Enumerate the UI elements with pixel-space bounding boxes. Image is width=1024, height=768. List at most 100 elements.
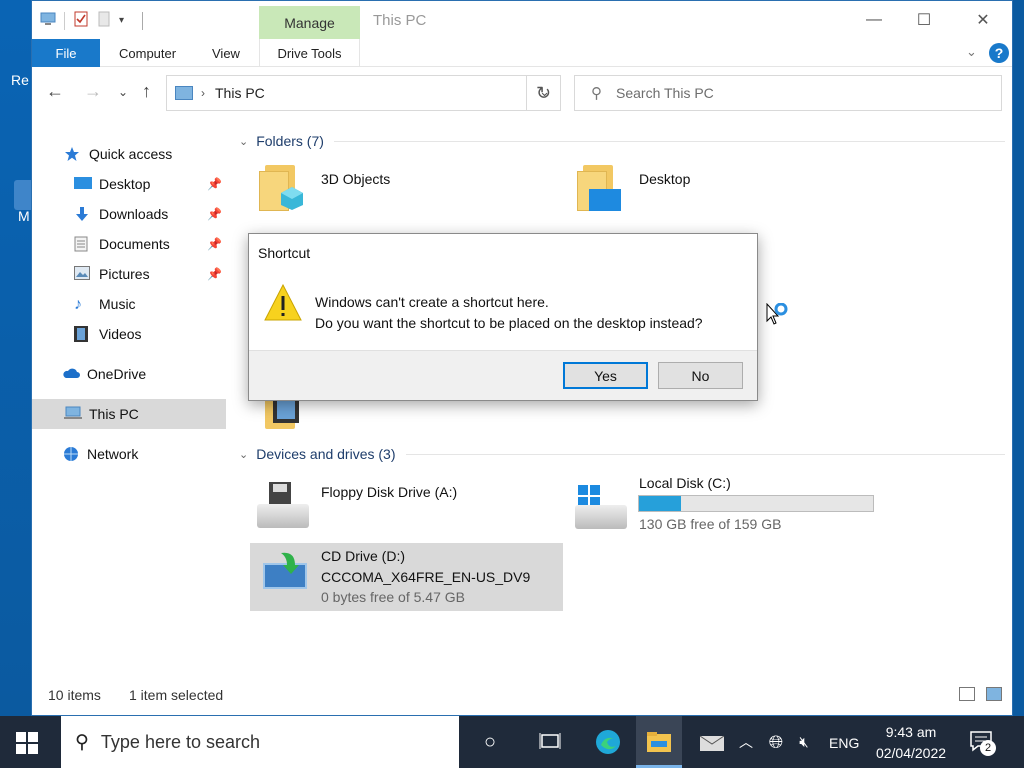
cortana-icon[interactable]: ○	[476, 728, 504, 756]
desktop-background: Re M	[0, 0, 34, 716]
desktop-folder-icon[interactable]	[577, 163, 633, 215]
pin-icon[interactable]: 📌	[207, 207, 222, 221]
pin-icon[interactable]: 📌	[207, 237, 222, 251]
refresh-button[interactable]: ↻	[526, 75, 561, 111]
network-globe-icon[interactable]: 🌐︎	[762, 728, 790, 756]
floppy-drive-icon[interactable]	[257, 480, 317, 532]
status-selection: 1 item selected	[129, 687, 224, 703]
tab-view[interactable]: View	[212, 39, 240, 67]
new-folder-icon[interactable]	[97, 11, 111, 30]
group-header-label: Folders (7)	[256, 133, 324, 149]
back-arrow-icon[interactable]: ←	[46, 81, 64, 102]
customize-toolbar-chevron-icon[interactable]: ▾	[119, 15, 124, 26]
file-explorer-icon[interactable]	[645, 728, 673, 756]
clock-time: 9:43 am	[885, 724, 937, 740]
recent-locations-chevron-icon[interactable]: ⌄	[118, 85, 128, 99]
forward-arrow-icon[interactable]: →	[84, 81, 102, 102]
sidebar-item-label: This PC	[89, 406, 139, 422]
sidebar-item-label: Network	[87, 446, 139, 462]
start-button[interactable]	[16, 732, 38, 754]
address-bar[interactable]: › This PC ⌄	[166, 75, 561, 111]
properties-icon[interactable]	[73, 11, 89, 30]
edge-browser-icon[interactable]	[594, 728, 622, 756]
notifications-icon[interactable]: 2	[968, 728, 996, 756]
input-language-indicator[interactable]: ENG	[829, 735, 859, 751]
search-box[interactable]: ⚲	[574, 75, 1002, 111]
tab-computer[interactable]: Computer	[119, 39, 176, 67]
maximize-button[interactable]: ☐	[901, 7, 947, 33]
drive-free-space: 0 bytes free of 5.47 GB	[321, 589, 465, 605]
drive-label-local-disk[interactable]: Local Disk (C:)	[639, 473, 731, 493]
computer-icon	[64, 406, 82, 422]
clock[interactable]: 9:43 am 02/04/2022	[868, 722, 954, 764]
sidebar-item-label: Music	[99, 296, 136, 312]
3d-objects-folder-icon[interactable]	[259, 163, 315, 215]
sidebar-item-this-pc[interactable]: This PC	[32, 399, 226, 429]
drive-label-floppy[interactable]: Floppy Disk Drive (A:)	[321, 482, 457, 502]
network-icon	[62, 446, 80, 462]
clock-date: 02/04/2022	[875, 745, 947, 761]
computer-icon	[175, 86, 193, 100]
sidebar-item-downloads[interactable]: Downloads 📌	[32, 199, 226, 229]
breadcrumb-separator-icon[interactable]: ›	[201, 86, 205, 100]
star-icon	[64, 146, 82, 162]
collapse-chevron-icon[interactable]: ⌄	[239, 448, 248, 461]
show-hidden-icons-chevron-icon[interactable]: ︿	[732, 728, 760, 756]
ribbon-tabs: File Computer View Drive Tools ⌄ ?	[32, 39, 1012, 67]
details-view-icon[interactable]	[959, 687, 975, 701]
tab-file[interactable]: File	[32, 39, 100, 67]
minimize-button[interactable]: —	[851, 7, 897, 33]
shortcut-dialog: Shortcut Windows can't create a shortcut…	[248, 233, 758, 401]
sidebar-item-music[interactable]: ♪ Music	[32, 289, 226, 319]
sidebar-item-pictures[interactable]: Pictures 📌	[32, 259, 226, 289]
large-icons-view-icon[interactable]	[986, 687, 1002, 701]
sidebar-item-documents[interactable]: Documents 📌	[32, 229, 226, 259]
breadcrumb-this-pc[interactable]: This PC	[215, 85, 265, 101]
sidebar-item-quick-access[interactable]: Quick access	[32, 139, 226, 169]
no-button[interactable]: No	[658, 362, 743, 389]
disk-usage-fill	[639, 496, 682, 511]
expand-ribbon-chevron-icon[interactable]: ⌄	[966, 44, 977, 60]
cloud-icon	[62, 366, 80, 382]
dialog-message-line-2: Do you want the shortcut to be placed on…	[315, 315, 703, 331]
local-disk-icon[interactable]	[575, 485, 635, 533]
taskbar-search-placeholder: Type here to search	[100, 731, 261, 752]
computer-small-icon[interactable]	[40, 12, 56, 29]
documents-icon	[74, 236, 92, 252]
title-bar: ▾ Manage This PC — ☐ ✕	[32, 1, 1012, 39]
pin-icon[interactable]: 📌	[207, 267, 222, 281]
sidebar-item-onedrive[interactable]: OneDrive	[32, 359, 226, 389]
status-item-count: 10 items	[48, 687, 101, 703]
devices-group-header[interactable]: ⌄ Devices and drives (3)	[239, 446, 1005, 462]
collapse-chevron-icon[interactable]: ⌄	[239, 135, 248, 148]
disk-usage-bar	[638, 495, 874, 512]
folder-label-desktop[interactable]: Desktop	[639, 171, 690, 187]
pin-icon[interactable]: 📌	[207, 177, 222, 191]
download-icon	[74, 206, 92, 222]
cd-volume-label: CCCOMA_X64FRE_EN-US_DV9	[321, 569, 531, 585]
volume-muted-icon[interactable]: 🔇︎	[790, 728, 818, 756]
close-button[interactable]: ✕	[960, 7, 1006, 33]
sidebar-item-desktop[interactable]: Desktop 📌	[32, 169, 226, 199]
folders-group-header[interactable]: ⌄ Folders (7)	[239, 133, 1005, 149]
mail-icon[interactable]	[698, 728, 726, 756]
search-icon: ⚲	[75, 731, 89, 753]
up-arrow-icon[interactable]: ↑	[142, 81, 151, 102]
drive-label-cd[interactable]: CD Drive (D:)	[321, 546, 405, 566]
task-view-icon[interactable]	[536, 728, 564, 756]
help-button[interactable]: ?	[989, 43, 1009, 63]
sidebar-item-videos[interactable]: Videos	[32, 319, 226, 349]
search-input[interactable]	[616, 85, 956, 101]
cd-drive-icon[interactable]	[263, 549, 313, 593]
folder-label-3d-objects[interactable]: 3D Objects	[321, 171, 390, 187]
sidebar-item-network[interactable]: Network	[32, 439, 226, 469]
toolbar-separator	[64, 11, 65, 30]
window-title: This PC	[373, 12, 427, 29]
yes-button[interactable]: Yes	[563, 362, 648, 389]
toolbar-separator	[142, 11, 144, 30]
tab-drive-tools[interactable]: Drive Tools	[259, 39, 360, 67]
manage-context-tab[interactable]: Manage	[259, 6, 360, 39]
taskbar-search-box[interactable]: ⚲ Type here to search	[61, 716, 459, 768]
desktop-folder-icon	[74, 176, 92, 192]
sidebar-item-label: OneDrive	[87, 366, 147, 382]
